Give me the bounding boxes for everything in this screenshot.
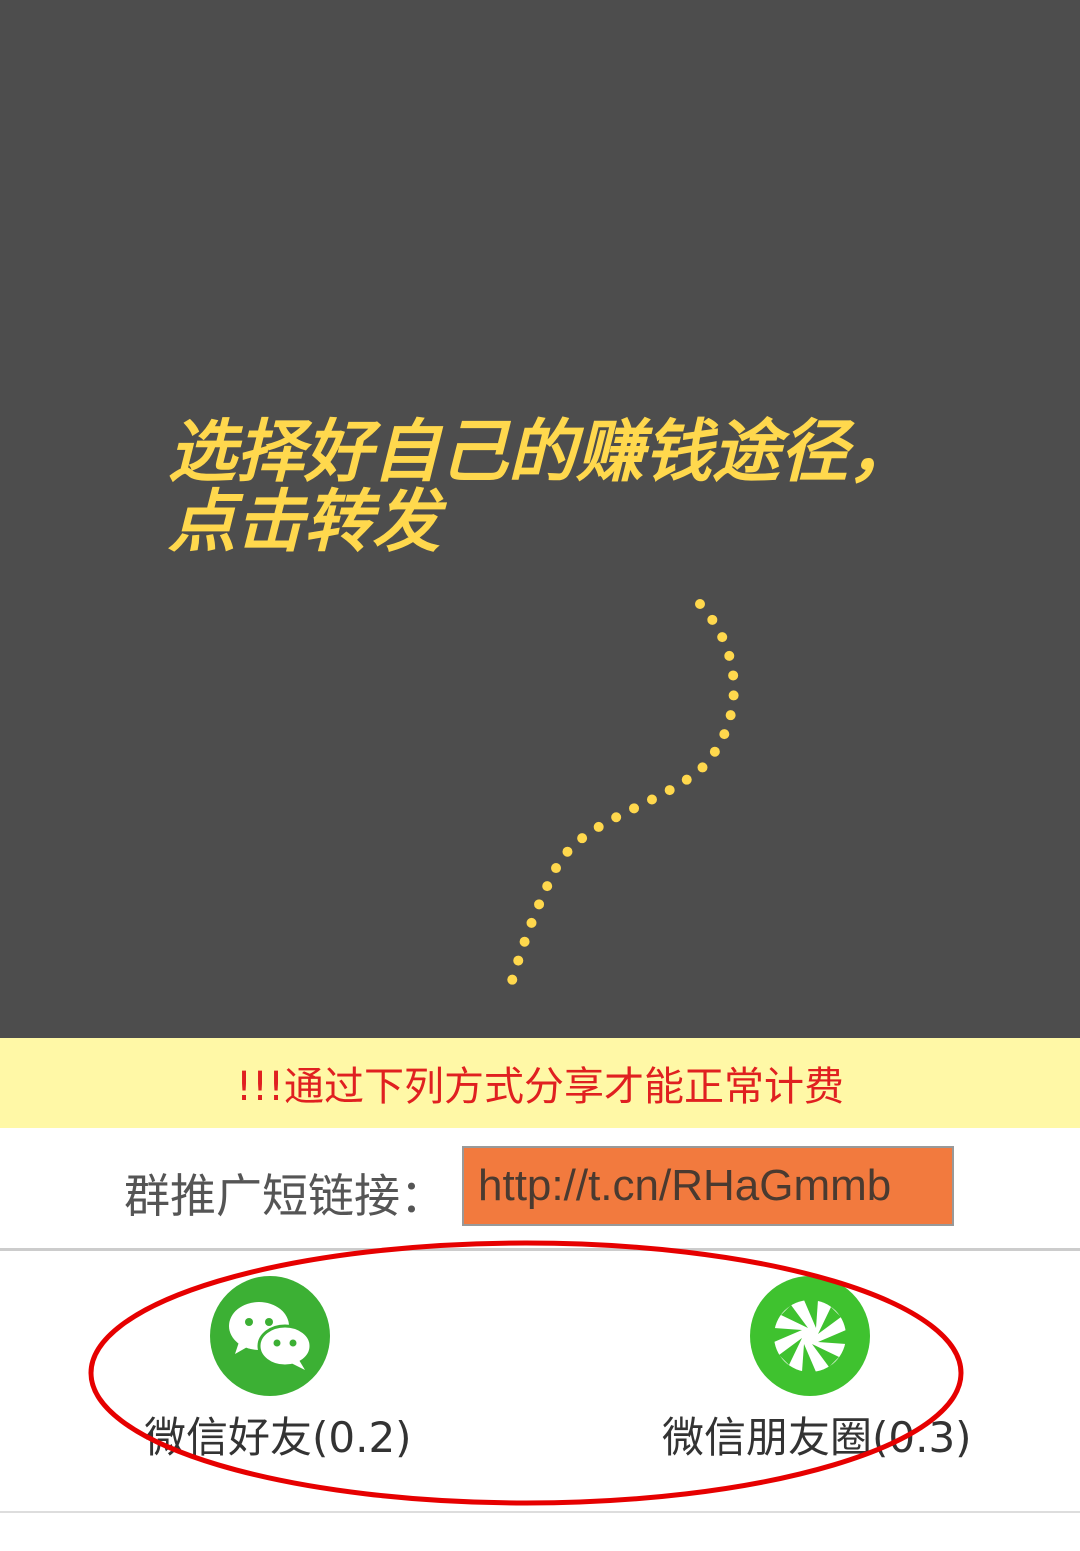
notice-text: !!!通过下列方式分享才能正常计费 bbox=[235, 1064, 845, 1110]
highlight-ellipse bbox=[88, 1240, 964, 1506]
share-wechat-friends-label: 微信好友(0.2) bbox=[144, 1413, 412, 1462]
notice-bar: !!!通过下列方式分享才能正常计费 bbox=[0, 1038, 1080, 1128]
share-wechat-moments-button[interactable] bbox=[750, 1276, 870, 1396]
dotted-guide-line bbox=[505, 599, 739, 992]
short-link-label: 群推广短链接： bbox=[124, 1169, 446, 1223]
wechat-icon bbox=[210, 1276, 330, 1396]
divider bbox=[0, 1248, 1080, 1251]
moments-icon bbox=[750, 1276, 870, 1396]
guide-overlay: 选择好自己的赚钱途径， 点击转发 bbox=[0, 0, 1080, 1038]
divider bbox=[0, 1511, 1080, 1513]
short-link-field[interactable]: http://t.cn/RHaGmmb bbox=[462, 1146, 954, 1226]
share-wechat-moments-label: 微信朋友圈(0.3) bbox=[662, 1413, 972, 1462]
share-wechat-friends-button[interactable] bbox=[210, 1276, 330, 1396]
